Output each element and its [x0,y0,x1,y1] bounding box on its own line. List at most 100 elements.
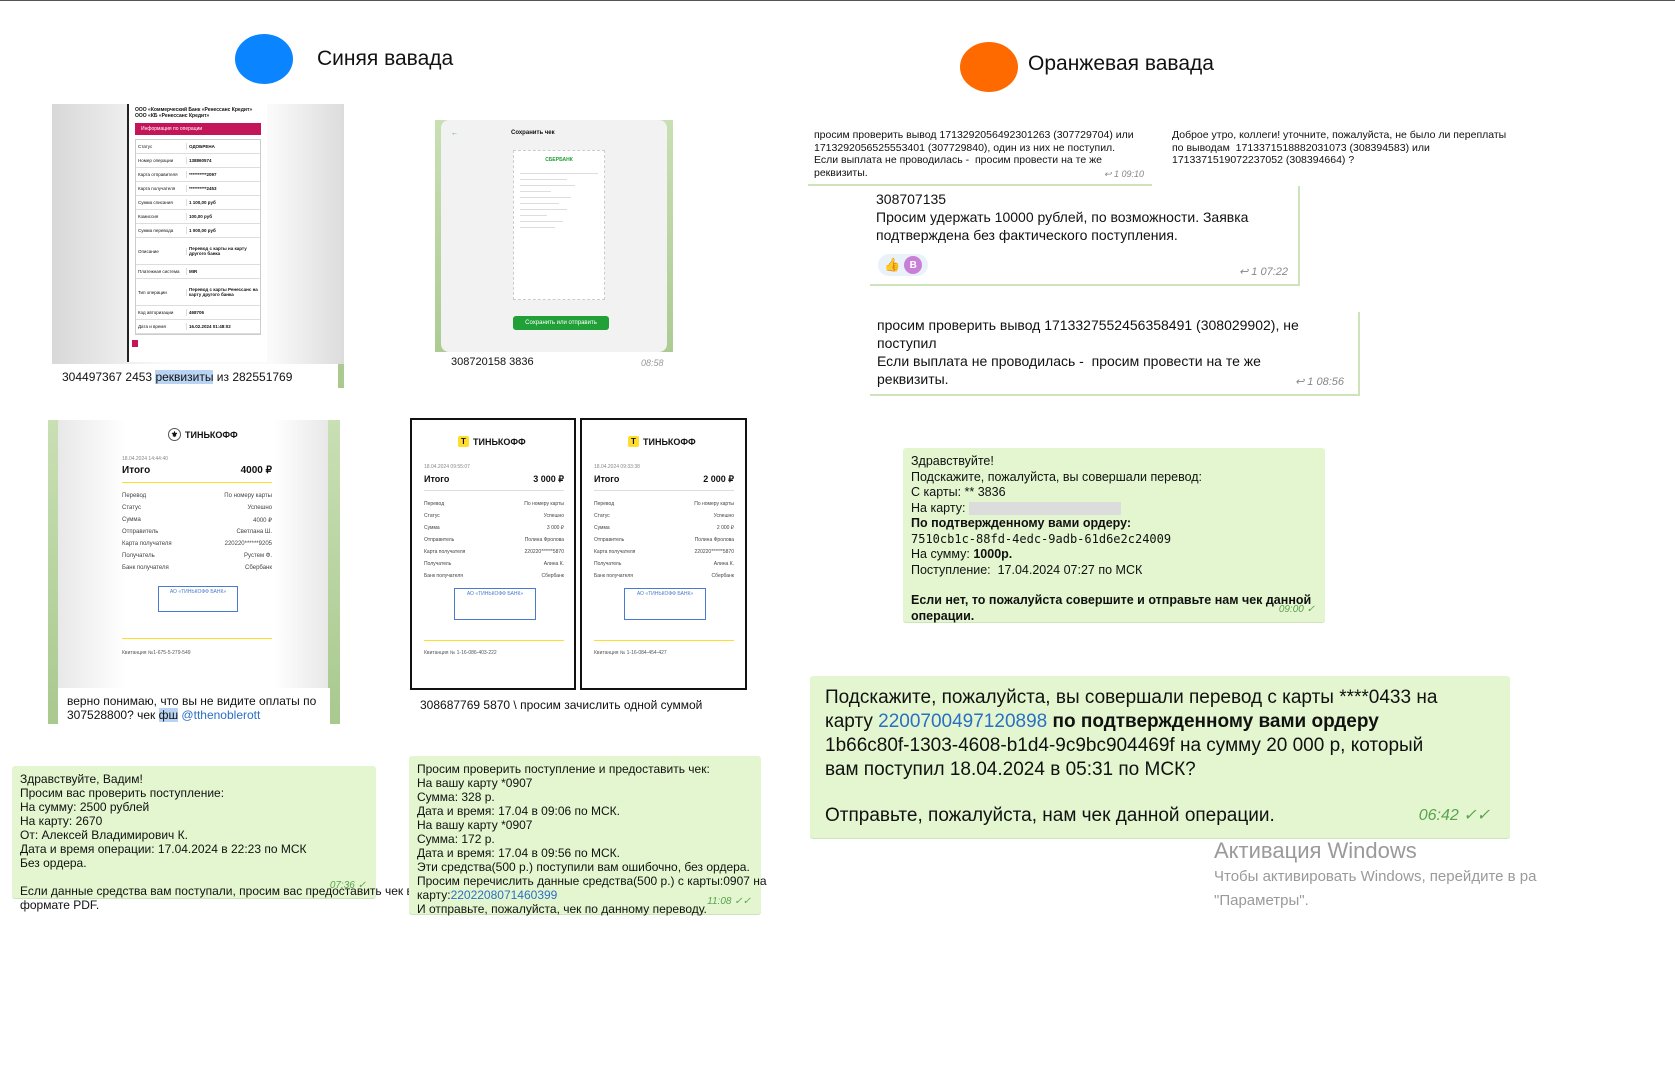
receipt1-row-value: MIR [189,269,198,274]
receipt4-left-row: Сумма 3 000 ₽ [418,522,570,534]
receipt1-row-label: Сумма списания [136,199,187,206]
bubble-blue-1-line [20,870,368,884]
receipt1-row-label: Статус [136,143,187,150]
reply-icon-3: ↩ 1 08:56 [1295,376,1344,388]
receipt4-left-row-label: Отправитель [424,537,455,543]
receipt4-left-divider [424,490,564,491]
receipt4-left-row-label: Сумма [424,525,440,531]
bubble-blue-2-line: Дата и время: 17.04 в 09:56 по МСК. [417,846,621,860]
bubble-blue-2-line: Просим проверить поступление и предостав… [417,762,710,776]
receipt3-row-value: По номеру карты [224,493,272,499]
receipt4-left-row-value: Сбербанк [541,573,564,579]
receipt1-row-label: Сумма перевода [136,227,187,234]
reply-icon-2: ↩ 1 07:22 [1239,266,1288,278]
receipt1-row-value: **********2453 [189,186,217,191]
receipt4-left-row: Перевод По номеру карты [418,498,570,510]
receipt4-right-row-label: Получатель [594,561,622,567]
windows-activation-line1: Чтобы активировать Windows, перейдите в … [1214,868,1537,885]
receipt3-row-label: Перевод [122,493,147,499]
receipt4-right-row-value: По номеру карты [694,501,734,507]
receipt2-bank: СБЕРБАНК [545,157,573,163]
receipt1-row: Код авторизации 468706 [136,306,260,320]
blue-dot-icon [235,34,293,84]
receipt3-row: Получатель Рустем Ф. [116,550,278,562]
receipt4-frame: Т ТИНЬКОФФ 18.04.2024 09:55:07 Итого 3 000 ₽… [408,418,749,718]
card-number-link[interactable]: 2202208071460399 [451,888,558,902]
receipt4-right-row-label: Банк получателя [594,573,633,579]
receipt1-row: Сумма списания 1 100,00 руб [136,196,260,210]
receipt3-row-value: 4000 ₽ [253,517,272,524]
bubble-blue-2-line: Просим перечислить данные средства(500 р… [417,874,767,888]
reply-icon: ↩ 1 09:10 [1103,169,1144,179]
receipt3-row-label: Карта получателя [122,541,172,547]
message-bubble-orange-2: Подскажите, пожалуйста, вы совершали пер… [810,676,1510,838]
receipt4-right-total-row: Итого 2 000 ₽ [594,474,734,485]
receipt4-right-row-label: Карта получателя [594,549,636,555]
receipt4-left-logo: Т ТИНЬКОФФ [458,436,526,447]
tinkoff-logo-icon: Т [628,436,639,447]
receipt4-left-rows: Перевод По номеру карты Статус Успешно Сумма… [418,498,570,582]
receipt4-left-row-value: Успешно [543,513,564,519]
receipt3-total-row: Итого 4000 ₽ [122,465,272,476]
receipt4-right-logo: Т ТИНЬКОФФ [628,436,696,447]
username-link[interactable]: @tthenoblerott [178,708,260,722]
receipt2-frame: Сохранить чек ← СБЕРБАНК Сохранить или о… [435,120,673,378]
receipt4-right-row-label: Отправитель [594,537,625,543]
receipt4-left-row: Банк получателя Сбербанк [418,570,570,582]
avatar: B [904,256,923,274]
receipt3-row: Перевод По номеру карты [116,490,278,502]
receipt1-row: Дата и время 16.02.2024 01:48:02 [136,320,260,334]
card-number-link-2[interactable]: 2200700497120898 [878,711,1047,732]
bubble-blue-2-line: Эти средства(500 р.) поступили вам ошибо… [417,860,750,874]
tinkoff-logo-icon: Т [458,436,469,447]
receipt1-row-value: Перевод с карты на карту другого банка [189,246,247,256]
receipt4-right-row-label: Статус [594,513,610,519]
save-or-send-button[interactable]: Сохранить или отправить [513,316,609,330]
receipt4-left-row: Статус Успешно [418,510,570,522]
bubble-blue-1-time: 07:36 ✓ [329,880,366,891]
receipt1-row-value: 1 000,00 руб [189,228,216,233]
receipt1-bank2: ООО «КБ «Ренессанс Кредит» [135,113,210,119]
receipt1-row-value: ОДОБРЕНА [189,144,215,149]
blue-heading: Синяя вавада [317,47,454,70]
message-bubble-orange-1: Здравствуйте! Подскажите, пожалуйста, вы… [903,448,1325,623]
reactions[interactable]: 👍 B [878,254,929,276]
receipt3-row: Отправитель Светлана Ш. [116,526,278,538]
windows-activation-line2: "Параметры". [1214,892,1309,909]
receipt4-right-row: Карта получателя 220220******5870 [588,546,740,558]
bubble-blue-1-text: Здравствуйте, Вадим! Просим вас проверить… [20,772,413,912]
receipt1-row: Карта получателя **********2453 [136,182,260,196]
receipt4-left-total: 3 000 ₽ [533,474,564,484]
receipt3-row-label: Сумма [122,517,141,523]
bubble-blue-1-line: От: Алексей Владимирович К. [20,828,188,842]
receipt1-row-value: 16.02.2024 01:48:02 [189,324,231,329]
receipt4-left-row-value: 220220******5870 [524,549,564,555]
receipt4-right: Т ТИНЬКОФФ 18.04.2024 09:33:38 Итого 2 000 ₽… [580,418,747,690]
thumbs-up-icon: 👍 [884,257,901,272]
receipt4-right-stamp: АО «ТИНЬКОФФ БАНК» [624,588,706,620]
receipt4-right-row-value: Алина К. [713,561,734,567]
orange-chat-msg2: Доброе утро, коллеги! уточните, пожалуйс… [1166,124,1558,174]
receipt1-row-value: **********2097 [189,172,217,177]
receipt2-check: СБЕРБАНК [513,150,605,300]
receipt3-divider [122,482,272,483]
receipt1-row-value: 468706 [189,310,205,315]
receipt1-row: Карта отправителя **********2097 [136,168,260,182]
receipt3-row-label: Банк получателя [122,565,169,571]
receipt3-row: Сумма 4000 ₽ [116,514,278,526]
back-arrow-icon[interactable]: ← [451,130,458,137]
receipt1-caption: 304497367 2453 реквизиты из 282551769 [62,370,293,384]
bubble-orange-2-time: 06:42 ✓✓ [1418,807,1490,824]
receipt3-frame: ⚜ ТИНЬКОФФ 18.04.2024 14:44:40 Итого 4000… [48,420,340,724]
receipt3-row: Статус Успешно [116,502,278,514]
bubble-blue-1-line: Если данные средства вам поступали, прос… [20,884,413,898]
receipt4-right-row: Банк получателя Сбербанк [588,570,740,582]
receipt4-right-row: Статус Успешно [588,510,740,522]
receipt2-phone: Сохранить чек ← СБЕРБАНК Сохранить или о… [441,120,667,352]
redacted-card [968,501,1121,515]
receipt4-left-row: Отправитель Полина Фролова [418,534,570,546]
orange-heading: Оранжевая вавада [1028,52,1214,75]
bubble-blue-1-line: Просим вас проверить поступление: [20,786,225,800]
receipt4-right-row-label: Сумма [594,525,610,531]
receipt1-rows: Статус ОДОБРЕНА Номер операции 138860574 Кар… [135,139,261,335]
